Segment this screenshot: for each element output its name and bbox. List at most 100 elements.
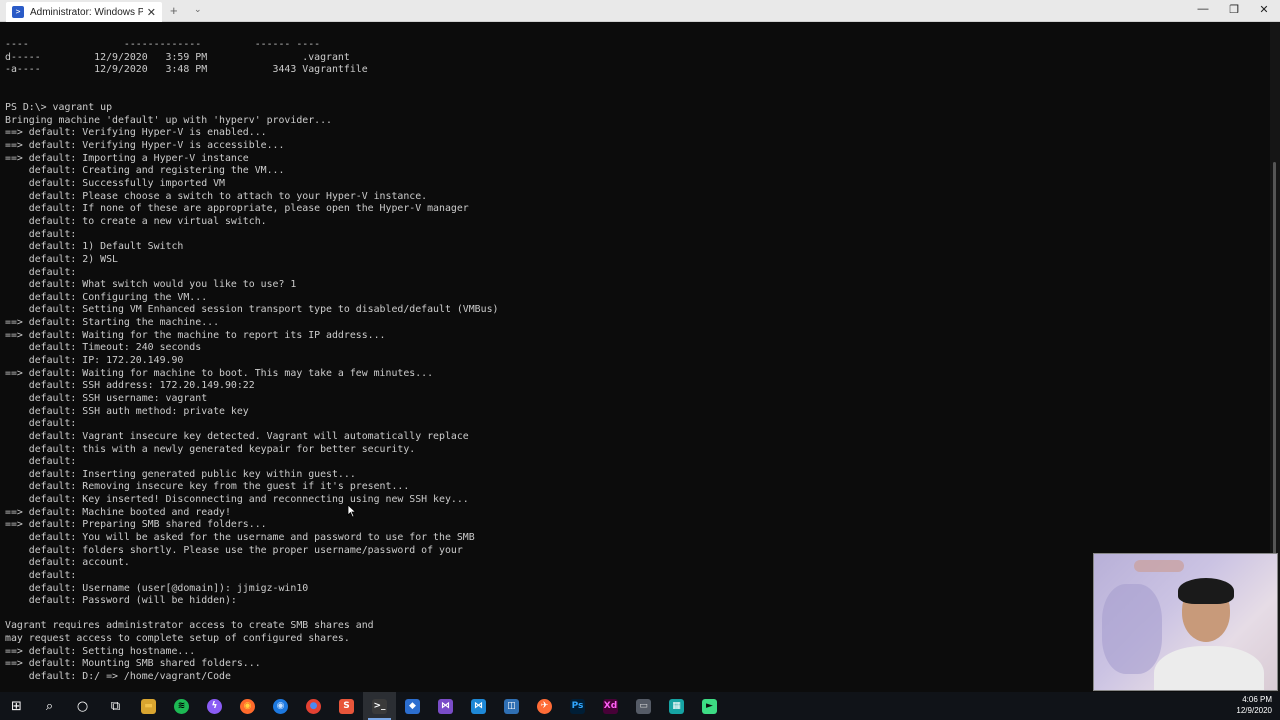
new-tab-button[interactable]: + — [170, 3, 178, 18]
task-view-icon: ⧉ — [110, 698, 121, 714]
background-cloth — [1134, 560, 1184, 572]
close-button[interactable]: ✕ — [1254, 3, 1274, 16]
restore-button[interactable]: ❐ — [1224, 3, 1244, 16]
terminal-line: default: Setting VM Enhanced session tra… — [5, 304, 499, 316]
minimize-button[interactable]: — — [1193, 3, 1213, 15]
search-icon: ⌕ — [45, 698, 54, 714]
adobe-xd-button[interactable]: Xd — [594, 692, 627, 720]
file-explorer-button[interactable]: ▬ — [132, 692, 165, 720]
terminal-line: default: — [5, 228, 77, 240]
terminal-icon: >_ — [372, 698, 387, 714]
title-bar: > Administrator: Windows PowerS ✕ + ⌄ — … — [0, 0, 1280, 22]
search-button[interactable]: ⌕ — [33, 692, 66, 720]
sublime-button[interactable]: S — [330, 692, 363, 720]
firefox-icon: ◉ — [240, 698, 255, 714]
chrome-icon: ● — [306, 698, 321, 714]
clock-time: 4:06 PM — [1242, 695, 1272, 704]
cortana-icon: ○ — [76, 698, 89, 714]
terminal-line: default: If none of these are appropriat… — [5, 203, 469, 215]
visual-studio-icon: ⋈ — [438, 698, 453, 714]
task-view-button[interactable]: ⧉ — [99, 692, 132, 720]
terminal-line: ==> default: Verifying Hyper-V is access… — [5, 140, 285, 152]
chrome-button[interactable]: ● — [297, 692, 330, 720]
postman-button[interactable]: ✈ — [528, 692, 561, 720]
terminal-line: ==> default: Setting hostname... — [5, 645, 196, 657]
sublime-text-icon: S — [339, 698, 354, 714]
firefox-button[interactable]: ◉ — [231, 692, 264, 720]
git-client-icon: ◆ — [405, 698, 420, 714]
terminal-line: ==> default: Importing a Hyper-V instanc… — [5, 152, 249, 164]
terminal-line: default: Username (user[@domain]): jjmig… — [5, 582, 309, 594]
terminal-tab[interactable]: > Administrator: Windows PowerS ✕ — [6, 2, 162, 22]
adobe-xd-icon: Xd — [603, 698, 618, 714]
terminal-line: ==> default: Waiting for machine to boot… — [5, 367, 434, 379]
start-button[interactable]: ⊞ — [0, 692, 33, 720]
app-icon: ▭ — [636, 698, 651, 714]
terminal-line: default: What switch would you like to u… — [5, 279, 297, 291]
clock-date: 12/9/2020 — [1236, 706, 1272, 715]
terminal-output[interactable]: ---- ------------- ------ ---- d----- 12/… — [0, 22, 1270, 692]
terminal-button[interactable]: >_ — [363, 692, 396, 720]
terminal-line: default: account. — [5, 557, 130, 569]
terminal-line: ==> default: Waiting for the machine to … — [5, 329, 386, 341]
terminal-line: default: Successfully imported VM — [5, 178, 225, 190]
firefox-dev-button[interactable]: ◉ — [264, 692, 297, 720]
terminal-line: ==> default: Mounting SMB shared folders… — [5, 658, 261, 670]
terminal-line: default: — [5, 456, 77, 468]
spotify-icon: ≋ — [174, 698, 189, 714]
terminal-line: default: Inserting generated public key … — [5, 468, 356, 480]
webcam-overlay — [1093, 553, 1278, 691]
terminal-line: ==> default: Starting the machine... — [5, 317, 220, 329]
terminal-line: ---- ------------- ------ ---- — [5, 39, 321, 50]
person-hair — [1178, 578, 1234, 604]
terminal-line: default: SSH auth method: private key — [5, 405, 249, 417]
app-button-1[interactable]: ◫ — [495, 692, 528, 720]
terminal-line: default: to create a new virtual switch. — [5, 215, 267, 227]
terminal-line: default: — [5, 569, 77, 581]
terminal-line: default: this with a newly generated key… — [5, 443, 416, 455]
terminal-line: d----- 12/9/2020 3:59 PM .vagrant — [5, 51, 350, 63]
person-body — [1154, 646, 1264, 690]
terminal-line: default: Creating and registering the VM… — [5, 165, 285, 177]
tab-close-icon[interactable]: ✕ — [147, 6, 156, 19]
terminal-line: default: You will be asked for the usern… — [5, 531, 475, 543]
terminal-line: default: — [5, 266, 77, 278]
terminal-line: default: IP: 172.20.149.90 — [5, 355, 184, 367]
terminal-line: default: D:/ => /home/vagrant/Code — [5, 671, 231, 683]
terminal-line: default: 2) WSL — [5, 253, 118, 265]
messenger-icon: ϟ — [207, 698, 222, 714]
folder-icon: ▬ — [141, 698, 156, 714]
vscode-button[interactable]: ⋈ — [462, 692, 495, 720]
terminal-line: default: Removing insecure key from the … — [5, 481, 410, 493]
app-icon: ▦ — [669, 698, 684, 714]
cortana-button[interactable]: ○ — [66, 692, 99, 720]
app-button-3[interactable]: ▦ — [660, 692, 693, 720]
terminal-line: ==> default: Machine booted and ready! — [5, 506, 231, 518]
photoshop-icon: Ps — [570, 698, 585, 714]
terminal-line: default: Key inserted! Disconnecting and… — [5, 494, 469, 506]
app-icon: ◫ — [504, 698, 519, 714]
postman-icon: ✈ — [537, 698, 552, 714]
terminal-line: default: Configuring the VM... — [5, 291, 208, 303]
terminal-line: Vagrant requires administrator access to… — [5, 620, 374, 632]
powershell-icon: > — [12, 6, 24, 18]
sourcetree-button[interactable]: ◆ — [396, 692, 429, 720]
photoshop-button[interactable]: Ps — [561, 692, 594, 720]
app-button-4[interactable]: ► — [693, 692, 726, 720]
taskbar: ⊞ ⌕ ○ ⧉ ▬ ≋ ϟ ◉ ◉ ● S >_ ◆ ⋈ ⋈ ◫ ✈ Ps Xd ▭ ▦ ► — [0, 692, 1280, 720]
system-clock[interactable]: 4:06 PM 12/9/2020 — [1212, 694, 1272, 716]
spotify-button[interactable]: ≋ — [165, 692, 198, 720]
visual-studio-button[interactable]: ⋈ — [429, 692, 462, 720]
windows-logo: ⊞ — [11, 698, 22, 714]
terminal-line: default: SSH username: vagrant — [5, 392, 208, 404]
background-cloth — [1102, 584, 1162, 674]
terminal-line: default: Password (will be hidden): — [5, 595, 237, 607]
tab-dropdown-icon[interactable]: ⌄ — [194, 4, 202, 15]
terminal-line: default: Vagrant insecure key detected. … — [5, 430, 469, 442]
messenger-button[interactable]: ϟ — [198, 692, 231, 720]
terminal-line: default: 1) Default Switch — [5, 241, 184, 253]
app-button-2[interactable]: ▭ — [627, 692, 660, 720]
